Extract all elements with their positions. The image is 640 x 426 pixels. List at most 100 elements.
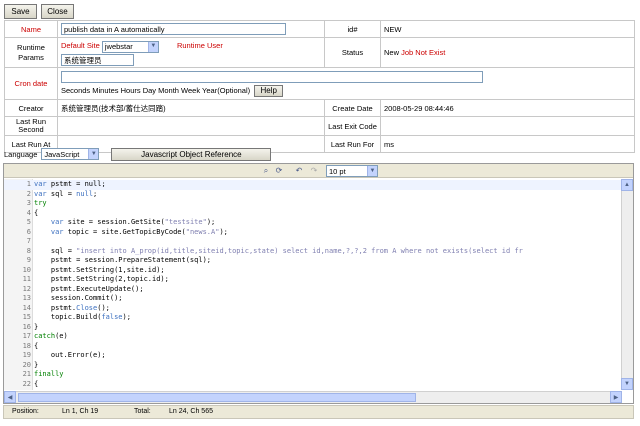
code-line[interactable]: 18{	[4, 342, 622, 352]
code-token: }	[34, 322, 39, 331]
js-reference-button[interactable]: Javascript Object Reference	[111, 147, 272, 161]
line-number: 5	[26, 218, 31, 226]
code-token: pstmt.SetString(2,topic.id);	[34, 275, 169, 283]
code-line[interactable]: 19 out.Error(e);	[4, 351, 622, 361]
line-number: 12	[22, 284, 31, 293]
total-label: Total:	[134, 408, 151, 415]
code-text: try	[34, 199, 47, 209]
font-size-select[interactable]: 10 pt ▼	[326, 165, 378, 177]
code-line[interactable]: 5 var site = session.GetSite("testsite")…	[4, 218, 622, 228]
code-text: pstmt.SetString(2,topic.id);	[34, 275, 169, 285]
horizontal-scroll-thumb[interactable]	[18, 393, 416, 402]
status-value: New	[384, 48, 400, 57]
horizontal-scrollbar[interactable]: ◀ ▶	[4, 391, 622, 403]
code-text: out.Error(e);	[34, 351, 106, 361]
code-line[interactable]: 9 pstmt = session.PrepareStatement(sql);	[4, 256, 622, 266]
id-label: id#	[324, 20, 381, 38]
code-token: }	[34, 360, 39, 369]
code-line[interactable]: 13 session.Commit();	[4, 294, 622, 304]
code-text: pstmt.SetString(1,site.id);	[34, 266, 165, 276]
save-button[interactable]: Save	[4, 4, 37, 19]
code-token: var	[50, 227, 64, 236]
last-run-for-value: ms	[380, 135, 635, 153]
code-line[interactable]: 12 pstmt.ExecuteUpdate();	[4, 285, 622, 295]
line-number: 1	[26, 180, 31, 188]
code-line[interactable]: 17 catch(e)	[4, 332, 622, 342]
scroll-up-icon[interactable]: ▲	[621, 179, 633, 191]
cron-date-input[interactable]	[61, 70, 483, 83]
code-text: var pstmt = null;	[34, 180, 106, 190]
last-run-second-value	[57, 116, 325, 136]
site-select[interactable]: jwebstar ▼	[101, 40, 159, 53]
replace-icon[interactable]: ⟳	[274, 166, 284, 176]
position-value: Ln 1, Ch 19	[62, 408, 99, 415]
code-token: var	[34, 180, 47, 188]
code-line[interactable]: 14 pstmt.Close();	[4, 304, 622, 314]
code-text: pstmt = session.PrepareStatement(sql);	[34, 256, 211, 266]
code-line[interactable]: 4{	[4, 209, 622, 219]
undo-icon[interactable]: ↶	[294, 166, 304, 176]
help-button[interactable]: Help	[254, 84, 284, 97]
code-text: {	[34, 380, 38, 390]
creator-value: 系统管理员(技术部/蓄仕达同踏)	[57, 99, 325, 117]
line-number: 14	[22, 303, 31, 312]
editor-toolbar: ⌕ ⟳ ↶ ↷ 10 pt ▼	[4, 164, 633, 178]
code-line[interactable]: 10 pstmt.SetString(1,site.id);	[4, 266, 622, 276]
code-token: {	[34, 379, 39, 388]
code-token: ();	[97, 303, 110, 312]
code-line[interactable]: 8 sql = "insert into A_prop(id,title,sit…	[4, 247, 622, 257]
name-input[interactable]: publish data in A automatically	[61, 23, 286, 35]
code-line[interactable]: 3 try	[4, 199, 622, 209]
code-token: "insert into A_prop(id,title,siteid,topi…	[76, 246, 523, 255]
line-number: 13	[22, 294, 31, 302]
code-line[interactable]: 2 var sql = null;	[4, 190, 622, 200]
cron-date-label: Cron date	[4, 67, 58, 100]
code-area[interactable]: 1 var pstmt = null; 2 var sql = null; 3 try 4{…	[4, 179, 622, 390]
code-text: pstmt.Close();	[34, 304, 110, 314]
code-line[interactable]: 20}	[4, 361, 622, 371]
code-token: sql =	[34, 246, 77, 255]
status-note: Job Not Exist	[401, 48, 446, 57]
last-run-for-label: Last Run For	[324, 135, 381, 153]
code-text: pstmt.ExecuteUpdate();	[34, 285, 144, 295]
code-line[interactable]: 22{	[4, 380, 622, 390]
code-line[interactable]: 15 topic.Build(false);	[4, 313, 622, 323]
code-text: {	[34, 342, 38, 352]
create-date-value: 2008-05-29 08:44:46	[380, 99, 635, 117]
code-line[interactable]: 21 finally	[4, 370, 622, 380]
code-text: {	[34, 209, 38, 219]
close-button[interactable]: Close	[41, 4, 74, 19]
code-token: pstmt.SetString(1,site.id);	[34, 265, 165, 274]
scroll-down-icon[interactable]: ▼	[621, 378, 633, 390]
code-token: pstmt = null;	[46, 180, 106, 188]
redo-icon[interactable]: ↷	[309, 166, 319, 176]
code-line[interactable]: 1 var pstmt = null;	[4, 180, 622, 190]
code-token: (e)	[55, 332, 68, 340]
code-token: {	[34, 208, 39, 217]
creator-label: Creator	[4, 99, 58, 117]
scroll-right-icon[interactable]: ▶	[610, 391, 622, 403]
code-line[interactable]: 16}	[4, 323, 622, 333]
code-token: var	[50, 218, 64, 226]
code-token: "news.A"	[185, 227, 220, 236]
code-token: site = session.GetSite(	[63, 218, 165, 226]
code-line[interactable]: 6 var topic = site.GetTopicByCode("news.…	[4, 228, 622, 238]
code-token: try	[34, 199, 47, 207]
code-token: ;	[93, 189, 98, 198]
search-icon[interactable]: ⌕	[261, 166, 271, 176]
runtime-user-input[interactable]: 系统管理员	[61, 53, 134, 66]
code-token: Close	[76, 303, 98, 312]
chevron-down-icon: ▼	[88, 149, 99, 159]
line-number: 15	[22, 313, 31, 321]
line-number: 16	[22, 322, 31, 331]
vertical-scrollbar[interactable]: ▲ ▼	[621, 179, 633, 390]
language-select[interactable]: JavaScript ▼	[41, 148, 100, 160]
code-token: pstmt.	[34, 303, 77, 312]
code-text: }	[34, 323, 38, 333]
cron-hint: Seconds Minutes Hours Day Month Week Yea…	[61, 85, 251, 95]
code-line[interactable]: 11 pstmt.SetString(2,topic.id);	[4, 275, 622, 285]
line-number: 7	[26, 237, 31, 245]
scroll-left-icon[interactable]: ◀	[4, 391, 16, 403]
code-line[interactable]: 7	[4, 237, 622, 247]
